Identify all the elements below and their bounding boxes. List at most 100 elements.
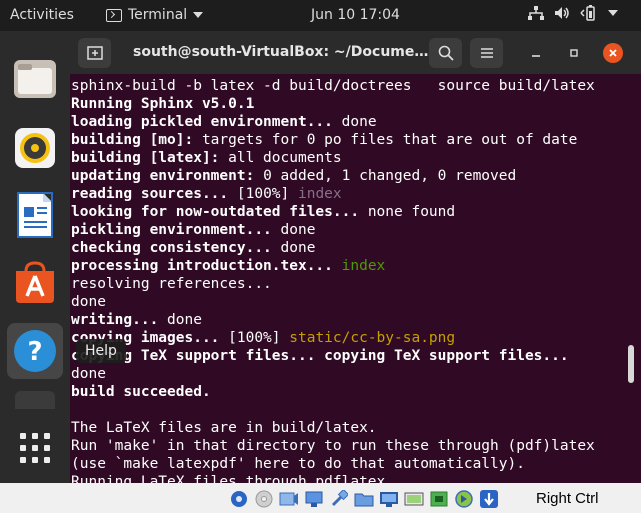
terminal-line: processing introduction.tex... index bbox=[71, 257, 621, 275]
vbox-indicator-audio[interactable] bbox=[278, 488, 299, 509]
minimize-button[interactable] bbox=[526, 43, 546, 63]
terminal-line: pickling environment... done bbox=[71, 221, 621, 239]
terminal-line: writing... done bbox=[71, 311, 621, 329]
terminal-text: (use `make latexpdf' here to do that aut… bbox=[71, 456, 525, 472]
terminal-line: resolving references... bbox=[71, 275, 621, 293]
terminal-line: building [mo]: targets for 0 po files th… bbox=[71, 131, 621, 149]
dock-files[interactable] bbox=[7, 51, 63, 107]
virtualbox-status-bar: Right Ctrl bbox=[0, 483, 641, 513]
close-button[interactable] bbox=[603, 43, 623, 63]
terminal-output[interactable]: sphinx-build -b latex -d build/doctrees … bbox=[71, 77, 621, 491]
terminal-line: sphinx-build -b latex -d build/doctrees … bbox=[71, 77, 621, 95]
search-button[interactable] bbox=[429, 38, 462, 68]
terminal-text: done bbox=[167, 312, 202, 328]
network-icon bbox=[528, 6, 544, 20]
terminal-text: copying TeX support files... copying TeX… bbox=[71, 348, 569, 364]
dock-terminal[interactable] bbox=[7, 389, 63, 409]
terminal-window: south@south-VirtualBox: ~/Docume… sphinx… bbox=[70, 31, 641, 490]
terminal-small-icon bbox=[106, 8, 122, 22]
battery-icon bbox=[580, 5, 595, 21]
vbox-indicator-display[interactable] bbox=[378, 488, 399, 509]
terminal-text: 0 added, 1 changed, 0 removed bbox=[263, 168, 517, 184]
maximize-icon bbox=[570, 49, 578, 57]
top-bar: Activities Terminal Jun 10 17:04 bbox=[0, 0, 641, 31]
files-icon bbox=[14, 60, 56, 98]
terminal-text: none found bbox=[367, 204, 456, 220]
terminal-text: The LaTeX files are in build/latex. bbox=[71, 420, 377, 436]
terminal-line: Running Sphinx v5.0.1 bbox=[71, 95, 621, 113]
terminal-text: Running Sphinx v5.0.1 bbox=[71, 96, 255, 112]
terminal-text: resolving references... bbox=[71, 276, 272, 292]
terminal-text: checking consistency... bbox=[71, 240, 281, 256]
vbox-indicator-cpu[interactable] bbox=[428, 488, 449, 509]
dock-writer[interactable] bbox=[7, 187, 63, 243]
terminal-text: [100%] bbox=[236, 186, 298, 202]
terminal-text: pickling environment... bbox=[71, 222, 281, 238]
vbox-indicator-mouse-integration[interactable] bbox=[453, 488, 474, 509]
dock-show-apps[interactable] bbox=[7, 420, 63, 476]
terminal-text: looking for now-outdated files... bbox=[71, 204, 368, 220]
window-title: south@south-VirtualBox: ~/Docume… bbox=[133, 44, 429, 60]
optical-disk-icon bbox=[255, 490, 272, 507]
terminal-text: loading pickled environment... bbox=[71, 114, 342, 130]
vbox-indicator-network[interactable] bbox=[303, 488, 324, 509]
chevron-down-icon bbox=[608, 10, 618, 16]
dock-rhythmbox[interactable] bbox=[7, 120, 63, 176]
help-tooltip: Help bbox=[76, 339, 126, 363]
cpu-icon bbox=[430, 491, 447, 506]
svg-text:?: ? bbox=[27, 337, 42, 367]
app-menu[interactable]: Terminal bbox=[106, 7, 204, 23]
minimize-icon bbox=[532, 55, 540, 57]
terminal-text: all documents bbox=[228, 150, 342, 166]
audio-icon bbox=[279, 492, 298, 505]
arrow-down-icon bbox=[479, 489, 498, 508]
software-icon bbox=[16, 261, 54, 303]
dock-software[interactable] bbox=[7, 255, 63, 311]
display-icon bbox=[379, 491, 398, 507]
close-icon bbox=[609, 49, 617, 57]
show-apps-icon bbox=[20, 433, 50, 463]
dock-help[interactable]: ? bbox=[7, 323, 63, 379]
activities-button[interactable]: Activities bbox=[10, 7, 74, 23]
terminal-text: done bbox=[71, 294, 106, 310]
vbox-indicator-shared-folders[interactable] bbox=[353, 488, 374, 509]
terminal-icon bbox=[15, 391, 55, 409]
hamburger-icon bbox=[480, 48, 493, 58]
terminal-line: copying TeX support files... copying TeX… bbox=[71, 347, 621, 365]
clock[interactable]: Jun 10 17:04 bbox=[311, 7, 400, 23]
vbox-indicator-keyboard[interactable] bbox=[478, 488, 499, 509]
vbox-indicator-usb[interactable] bbox=[328, 488, 349, 509]
terminal-line: Run 'make' in that directory to run thes… bbox=[71, 437, 621, 455]
terminal-text: Run 'make' in that directory to run thes… bbox=[71, 438, 595, 454]
search-icon bbox=[438, 45, 454, 61]
terminal-text: processing introduction.tex... bbox=[71, 258, 342, 274]
vbox-indicator-optical[interactable] bbox=[253, 488, 274, 509]
terminal-text: index bbox=[297, 186, 342, 202]
new-tab-icon bbox=[86, 46, 103, 60]
terminal-text: building [latex]: bbox=[71, 150, 229, 166]
terminal-line: (use `make latexpdf' here to do that aut… bbox=[71, 455, 621, 473]
terminal-line: copying images... [100%] static/cc-by-sa… bbox=[71, 329, 621, 347]
vbox-indicator-recording[interactable] bbox=[403, 488, 424, 509]
usb-icon bbox=[331, 489, 348, 506]
terminal-line: loading pickled environment... done bbox=[71, 113, 621, 131]
terminal-text: build succeeded. bbox=[71, 384, 211, 400]
dock: ? bbox=[0, 31, 70, 483]
terminal-text: [100%] bbox=[228, 330, 290, 346]
writer-icon bbox=[17, 192, 53, 238]
scrollbar[interactable] bbox=[628, 345, 634, 383]
hard-disk-icon bbox=[230, 490, 247, 507]
terminal-line: reading sources... [100%] index bbox=[71, 185, 621, 203]
terminal-line: done bbox=[71, 365, 621, 383]
vbox-indicator-disk[interactable] bbox=[228, 488, 249, 509]
system-tray[interactable] bbox=[528, 5, 618, 21]
terminal-line: build succeeded. bbox=[71, 383, 621, 401]
maximize-button[interactable] bbox=[564, 43, 584, 63]
menu-button[interactable] bbox=[470, 38, 503, 68]
title-bar[interactable]: south@south-VirtualBox: ~/Docume… bbox=[70, 31, 641, 74]
terminal-text: writing... bbox=[71, 312, 168, 328]
new-tab-button[interactable] bbox=[78, 38, 111, 68]
terminal-text: updating environment: bbox=[71, 168, 264, 184]
terminal-text: done bbox=[341, 114, 377, 130]
